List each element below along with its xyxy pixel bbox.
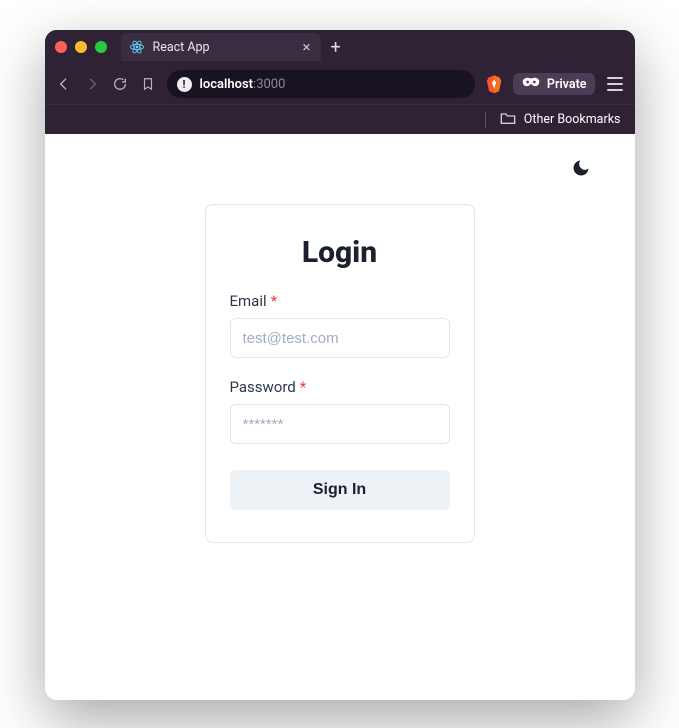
tab-title: React App bbox=[153, 40, 210, 55]
password-label: Password * bbox=[230, 378, 450, 396]
other-bookmarks-link[interactable]: Other Bookmarks bbox=[524, 112, 621, 127]
back-button[interactable] bbox=[55, 75, 73, 93]
browser-window: React App × + ! localhost:3000 bbox=[45, 30, 635, 700]
traffic-lights bbox=[55, 41, 107, 53]
new-tab-button[interactable]: + bbox=[331, 37, 341, 58]
private-label: Private bbox=[547, 77, 587, 92]
bookmark-icon[interactable] bbox=[139, 75, 157, 93]
folder-icon bbox=[500, 111, 516, 129]
page-title: Login bbox=[230, 235, 450, 270]
divider bbox=[485, 112, 486, 128]
titlebar: React App × + bbox=[45, 30, 635, 64]
react-logo-icon bbox=[129, 39, 145, 55]
browser-chrome: React App × + ! localhost:3000 bbox=[45, 30, 635, 134]
maximize-window-button[interactable] bbox=[95, 41, 107, 53]
minimize-window-button[interactable] bbox=[75, 41, 87, 53]
sign-in-button[interactable]: Sign In bbox=[230, 470, 450, 510]
required-mark: * bbox=[300, 378, 306, 396]
bookmarks-bar: Other Bookmarks bbox=[45, 104, 635, 134]
password-label-text: Password bbox=[230, 378, 296, 396]
brave-shields-icon[interactable] bbox=[485, 74, 503, 94]
email-label-text: Email bbox=[230, 292, 267, 310]
browser-tab[interactable]: React App × bbox=[121, 33, 321, 61]
private-mask-icon bbox=[521, 76, 541, 92]
private-mode-chip[interactable]: Private bbox=[513, 73, 595, 95]
url-host: localhost bbox=[200, 77, 254, 92]
address-bar[interactable]: ! localhost:3000 bbox=[167, 70, 475, 98]
password-field-group: Password * bbox=[230, 378, 450, 444]
close-window-button[interactable] bbox=[55, 41, 67, 53]
close-tab-icon[interactable]: × bbox=[302, 38, 310, 56]
browser-toolbar: ! localhost:3000 Private bbox=[45, 64, 635, 104]
site-info-icon[interactable]: ! bbox=[177, 77, 192, 92]
page-content: Login Email * Password * Sign In bbox=[45, 134, 635, 700]
email-input[interactable] bbox=[230, 318, 450, 358]
url-port: :3000 bbox=[253, 77, 285, 92]
login-card: Login Email * Password * Sign In bbox=[205, 204, 475, 543]
required-mark: * bbox=[271, 292, 277, 310]
hamburger-menu-button[interactable] bbox=[605, 74, 625, 94]
email-label: Email * bbox=[230, 292, 450, 310]
forward-button[interactable] bbox=[83, 75, 101, 93]
password-input[interactable] bbox=[230, 404, 450, 444]
email-field-group: Email * bbox=[230, 292, 450, 358]
moon-icon bbox=[571, 158, 591, 178]
dark-mode-toggle[interactable] bbox=[571, 158, 593, 180]
reload-button[interactable] bbox=[111, 75, 129, 93]
